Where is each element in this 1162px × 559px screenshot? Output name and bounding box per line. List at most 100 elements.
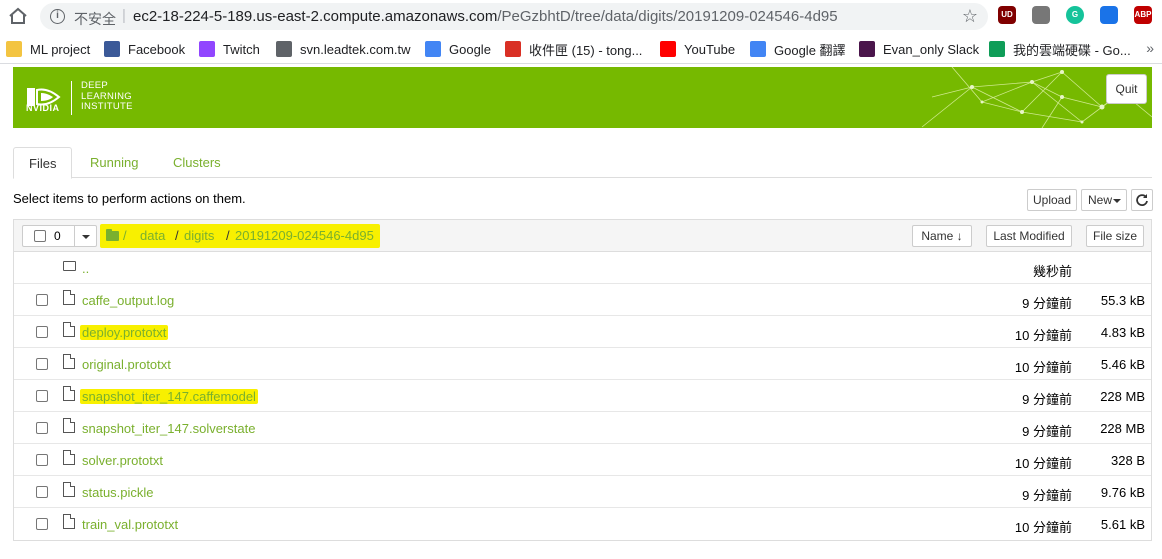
breadcrumb-current[interactable]: 20191209-024546-4d95 (235, 228, 374, 243)
bookmark-item[interactable]: Google 翻譯 (750, 40, 846, 58)
file-name-link[interactable]: deploy.prototxt (80, 325, 169, 340)
file-name-link[interactable]: snapshot_iter_147.caffemodel (80, 389, 258, 404)
sort-file-size-button[interactable]: File size (1086, 225, 1144, 247)
dropdown-divider (74, 226, 75, 246)
tab-running[interactable]: Running (75, 147, 153, 178)
select-all-dropdown[interactable]: 0 (22, 225, 97, 247)
row-checkbox[interactable] (36, 486, 48, 498)
bookmark-label: 我的雲端硬碟 - Go... (1013, 42, 1131, 58)
translate-icon (750, 41, 766, 57)
file-icon (63, 354, 75, 369)
last-modified: 9 分鐘前 (1022, 392, 1072, 407)
row-checkbox[interactable] (36, 294, 48, 306)
bookmark-item[interactable]: ML project (6, 40, 90, 58)
file-name-link[interactable]: solver.prototxt (80, 453, 165, 468)
folder-bookmark-icon (6, 41, 22, 57)
file-size: 9.76 kB (1100, 485, 1145, 500)
dli-header: NVIDIA DEEP LEARNING INSTITUTE Quit (13, 67, 1152, 128)
file-row[interactable]: snapshot_iter_147.caffemodel 9 分鐘前 228 MB (14, 380, 1151, 412)
youtube-icon (660, 41, 676, 57)
tab-bar: Files Running Clusters (13, 147, 1152, 179)
url-host: ec2-18-224-5-189.us-east-2.compute.amazo… (133, 8, 498, 25)
row-checkbox[interactable] (36, 422, 48, 434)
ublock-icon[interactable]: UD (998, 6, 1016, 24)
file-icon (63, 322, 75, 337)
file-name-link[interactable]: .. (80, 261, 91, 276)
bookmark-label: Twitch (223, 41, 260, 57)
info-icon[interactable]: i (50, 9, 65, 24)
adblock-icon[interactable]: ABP (1134, 6, 1152, 24)
bookmark-item[interactable]: Facebook (104, 40, 185, 58)
caret-down-icon (1113, 199, 1121, 203)
dli-line-1: DEEP (81, 80, 109, 91)
file-list: 0 / data / digits / 20191209-024546-4d95… (13, 219, 1152, 541)
file-size: 55.3 kB (1100, 293, 1145, 308)
file-size: 4.83 kB (1100, 325, 1145, 340)
tab-clusters[interactable]: Clusters (158, 147, 236, 178)
arrow-down-icon: ↓ (956, 229, 963, 243)
select-all-checkbox[interactable] (34, 230, 46, 242)
last-modified: 10 分鐘前 (1014, 360, 1072, 375)
row-checkbox[interactable] (36, 518, 48, 530)
file-list-header: 0 / data / digits / 20191209-024546-4d95… (14, 220, 1151, 252)
last-modified: 9 分鐘前 (1022, 296, 1072, 311)
file-row[interactable]: solver.prototxt 10 分鐘前 328 B (14, 444, 1151, 476)
file-name-link[interactable]: caffe_output.log (80, 293, 176, 308)
sort-name-label: Name (921, 229, 954, 243)
file-name-link[interactable]: status.pickle (80, 485, 156, 500)
file-icon (63, 386, 75, 401)
file-icon (63, 418, 75, 433)
bookmark-item[interactable]: 收件匣 (15) - tong... (505, 40, 642, 58)
bookmark-item[interactable]: Evan_only Slack (859, 40, 979, 58)
bookmark-label: ML project (30, 41, 91, 57)
new-button-label: New (1088, 193, 1113, 207)
parent-folder-row[interactable]: .. 幾秒前 (14, 252, 1151, 284)
row-checkbox[interactable] (36, 390, 48, 402)
dli-line-3: INSTITUTE (81, 101, 133, 112)
file-row[interactable]: snapshot_iter_147.solverstate 9 分鐘前 228 MB (14, 412, 1151, 444)
bookmark-item[interactable]: Google (425, 40, 491, 58)
select-hint-text: Select items to perform actions on them. (13, 191, 246, 206)
cloud-ext-icon[interactable] (1032, 6, 1050, 24)
file-name-link[interactable]: train_val.prototxt (80, 517, 180, 532)
folder-icon[interactable] (106, 229, 119, 241)
tab-files[interactable]: Files (13, 147, 73, 179)
upload-button[interactable]: Upload (1027, 189, 1077, 211)
home-icon[interactable] (8, 7, 28, 25)
sort-name-button[interactable]: Name ↓ (912, 225, 972, 247)
file-row[interactable]: status.pickle 9 分鐘前 9.76 kB (14, 476, 1151, 508)
bookmark-item[interactable]: svn.leadtek.com.tw (276, 40, 411, 58)
row-checkbox[interactable] (36, 358, 48, 370)
sort-last-modified-button[interactable]: Last Modified (986, 225, 1072, 247)
breadcrumb-digits[interactable]: digits (184, 228, 214, 243)
bookmark-item[interactable]: Twitch (199, 40, 260, 58)
caret-down-icon (82, 235, 90, 239)
row-checkbox[interactable] (36, 454, 48, 466)
breadcrumb-data[interactable]: data (140, 228, 165, 243)
bookmark-label: Evan_only Slack (883, 41, 980, 57)
file-name-link[interactable]: snapshot_iter_147.solverstate (80, 421, 257, 436)
nvidia-wordmark: NVIDIA (26, 103, 60, 113)
twitch-icon (199, 41, 215, 57)
folder-outline-icon (63, 261, 76, 271)
file-name-link[interactable]: original.prototxt (80, 357, 173, 372)
quit-button[interactable]: Quit (1106, 74, 1147, 104)
file-row[interactable]: caffe_output.log 9 分鐘前 55.3 kB (14, 284, 1151, 316)
new-dropdown-button[interactable]: New (1081, 189, 1127, 211)
refresh-button[interactable] (1131, 189, 1153, 211)
bookmark-star-icon[interactable]: ☆ (962, 6, 978, 27)
row-checkbox[interactable] (36, 326, 48, 338)
url-path: /PeGzbhtD/tree/data/digits/20191209-0245… (497, 8, 838, 25)
file-row[interactable]: deploy.prototxt 10 分鐘前 4.83 kB (14, 316, 1151, 348)
bookmarks-more-button[interactable]: » (1146, 40, 1154, 56)
file-row[interactable]: train_val.prototxt 10 分鐘前 5.61 kB (14, 508, 1151, 540)
insecure-label: 不安全 (74, 11, 116, 27)
bell-ext-icon[interactable] (1100, 6, 1118, 24)
grammarly-icon[interactable]: G (1066, 6, 1084, 24)
last-modified: 10 分鐘前 (1014, 456, 1072, 471)
url-field[interactable]: i 不安全 | ec2-18-224-5-189.us-east-2.compu… (40, 3, 988, 30)
bookmark-item[interactable]: 我的雲端硬碟 - Go... (989, 40, 1131, 58)
bookmark-item[interactable]: YouTube (660, 40, 735, 58)
file-row[interactable]: original.prototxt 10 分鐘前 5.46 kB (14, 348, 1151, 380)
breadcrumb-root[interactable]: / (123, 228, 127, 243)
